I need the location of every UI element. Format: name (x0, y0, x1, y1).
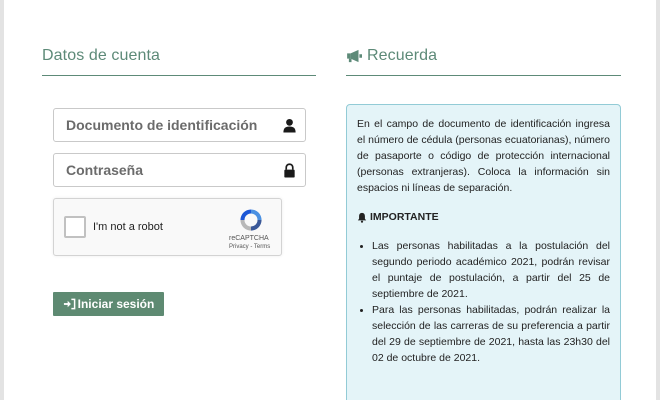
sign-in-icon (63, 298, 75, 310)
reminder-section-divider (346, 75, 621, 76)
id-document-input[interactable] (66, 117, 276, 133)
recaptcha-label: I'm not a robot (93, 221, 163, 233)
reminder-title-text: Recuerda (367, 47, 438, 64)
important-list: Las personas habilitadas a la postulació… (357, 238, 610, 366)
important-heading: IMPORTANTE (357, 209, 610, 225)
bell-icon (357, 212, 367, 223)
list-item: Las personas habilitadas a la postulació… (357, 238, 610, 302)
login-button[interactable]: Iniciar sesión (53, 292, 164, 316)
login-panel: Datos de cuenta I'm not a robot reCAPTCH… (4, 0, 656, 400)
id-document-field[interactable] (53, 108, 306, 142)
reminder-section-title: Recuerda (346, 47, 437, 65)
reminder-info-box: En el campo de documento de identificaci… (346, 104, 621, 400)
recaptcha-privacy-terms-link[interactable]: Privacy - Terms (229, 244, 270, 250)
user-icon (283, 118, 296, 133)
login-button-label: Iniciar sesión (77, 297, 155, 311)
megaphone-icon (347, 49, 362, 63)
password-input[interactable] (66, 162, 276, 178)
reminder-intro-text: En el campo de documento de identificaci… (357, 118, 610, 194)
recaptcha-logo-icon (240, 209, 262, 231)
lock-icon (284, 163, 295, 178)
important-label: IMPORTANTE (370, 211, 439, 223)
password-field[interactable] (53, 153, 306, 187)
account-section-divider (42, 75, 316, 76)
account-section-title: Datos de cuenta (42, 47, 161, 64)
recaptcha-brand: reCAPTCHA (229, 235, 269, 242)
list-item: Para las personas habilitadas, podrán re… (357, 302, 610, 366)
recaptcha-widget: I'm not a robot reCAPTCHA Privacy - Term… (53, 198, 282, 256)
recaptcha-checkbox[interactable] (64, 216, 86, 238)
